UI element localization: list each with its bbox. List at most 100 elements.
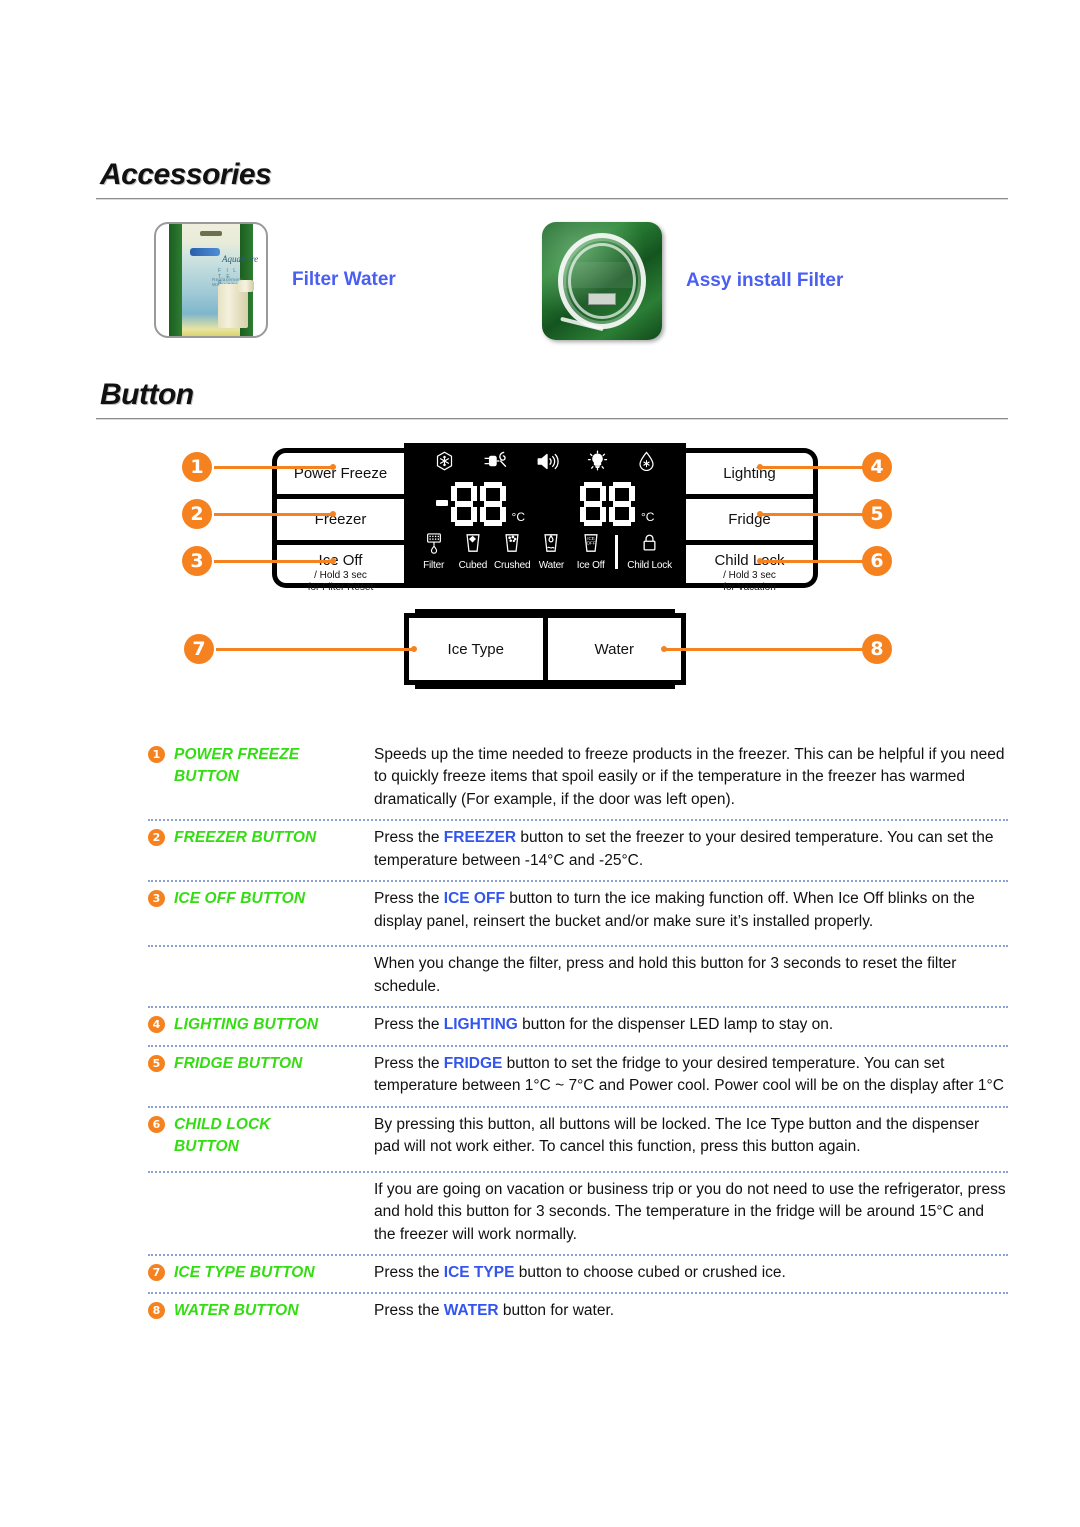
lcd-indicator-child-lock-label: Child Lock [627,560,672,571]
row-number-cell: 3 [148,888,174,908]
callout-3: 3 [182,546,212,576]
lcd-indicator-crushed: Crushed [493,532,532,571]
lcd-status-icon-row [404,443,686,477]
table-row: 5 FRIDGE BUTTON Press the FRIDGE button … [148,1047,1008,1108]
row-description-pre: Press the [374,829,444,847]
row-description: Speeds up the time needed to freeze prod… [374,746,1005,808]
panel-button-power-freeze[interactable]: Power Freeze [277,453,404,499]
filter-install-tubing-photo [542,222,662,340]
table-row: 2 FREEZER BUTTON Press the FREEZER butto… [148,821,1008,883]
leader-dot-8 [661,646,667,652]
lcd-indicator-child-lock: Child Lock [623,532,676,571]
leader-line-3 [214,560,332,563]
water-glass-icon [541,532,561,559]
row-description: Press the FREEZER button to set the free… [374,827,1008,872]
panel-button-fridge[interactable]: Fridge [686,499,813,545]
power-cool-droplet-icon [636,450,657,477]
panel-button-ice-off-sub2: for Filter Reset [307,581,374,593]
row-number-cell: 7 [148,1262,174,1281]
panel-button-ice-type-label: Ice Type [447,640,504,658]
callout-7: 7 [184,634,214,664]
table-row: 4 LIGHTING BUTTON Press the LIGHTING but… [148,1008,1008,1047]
row-number-cell: 1 [148,744,174,763]
row-number-cell: 5 [148,1053,174,1072]
row-description-pre: Press the [374,1263,444,1281]
row-description-highlight: ICE TYPE [443,1263,515,1281]
lcd-freezer-unit: °C [511,510,525,524]
lcd-fridge-unit: °C [641,510,655,524]
lcd-indicator-water: Water [532,532,571,571]
ice-off-glass-icon: ICE OFF [581,532,601,559]
leader-dot-2 [330,511,336,517]
row-description-pre: Press the [374,1054,444,1072]
row-number-cell: 4 [148,1014,174,1034]
heading-divider [96,198,1008,200]
callout-6: 6 [862,546,892,576]
panel-button-child-lock[interactable]: Child Lock / Hold 3 sec for Vacation [686,545,813,601]
accessory-label-assy-install-filter: Assy install Filter [686,270,844,291]
row-button-name: ICE OFF BUTTON [174,888,374,910]
table-row: 1 POWER FREEZE BUTTON Speeds up the time… [148,738,1008,822]
row-description-highlight: LIGHTING [443,1016,518,1034]
row-button-name-line1: CHILD LOCK [174,1115,271,1133]
speaker-sound-icon [535,451,559,477]
status-badge: 8 [148,1302,165,1320]
row-number-cell: 2 [148,827,174,847]
row-description: Press the LIGHTING button for the dispen… [374,1014,1008,1036]
panel-left-button-column: Power Freeze Freezer Ice Off / Hold 3 se… [272,448,404,593]
lcd-fridge-digit-1 [580,482,606,526]
callout-2: 2 [182,499,212,529]
row-button-name-line1: POWER FREEZE [174,746,300,763]
panel-button-lighting[interactable]: Lighting [686,453,813,499]
status-badge [148,955,165,972]
lcd-indicator-cubed: Cubed [453,532,492,571]
lcd-fridge-digit-2 [609,482,635,526]
panel-button-child-lock-sub1: / Hold 3 sec [723,569,776,581]
accessories-list: AquaPure F I L T E R Replacement Water F… [96,222,1008,340]
row-description: Press the ICE TYPE button to choose cube… [374,1262,1008,1284]
table-row: If you are going on vacation or business… [148,1170,1008,1256]
row-description-highlight: FREEZER [443,829,517,847]
leader-line-2 [214,513,332,516]
accessory-item-assy-install-filter: Assy install Filter [542,222,843,340]
leader-line-4 [760,466,864,469]
row-description: Press the WATER button for water. [374,1300,1008,1322]
leader-line-6 [760,560,864,563]
button-description-table: 1 POWER FREEZE BUTTON Speeds up the time… [148,738,1008,1331]
lcd-indicator-filter: Filter [414,532,453,571]
lcd-indicator-water-label: Water [538,560,565,571]
callout-5: 5 [862,499,892,529]
row-description: Press the FRIDGE button to set the fridg… [374,1053,1008,1098]
panel-button-freezer[interactable]: Freezer [277,499,404,545]
cubed-ice-glass-icon [463,532,483,559]
row-number-cell [148,953,174,972]
status-badge: 2 [148,829,165,847]
panel-button-ice-off[interactable]: Ice Off / Hold 3 sec for Filter Reset [277,545,404,601]
accessories-section: Accessories AquaPure F I L T E R Replace… [96,158,1008,340]
filter-shower-icon [424,532,444,559]
status-badge: 4 [148,1016,165,1034]
row-number-cell: 8 [148,1300,174,1320]
leader-dot-5 [757,511,763,517]
panel-button-ice-off-sub1: / Hold 3 sec [314,569,367,581]
row-description: When you change the filter, press and ho… [374,955,957,995]
leader-line-8 [664,648,864,651]
leader-dot-3 [330,558,336,564]
row-description-pre: Press the [374,1016,444,1034]
leader-line-5 [760,513,864,516]
panel-button-ice-type[interactable]: Ice Type [409,618,548,680]
energy-saving-plug-icon [482,450,508,477]
row-button-name: POWER FREEZE BUTTON [174,744,374,788]
status-badge: 3 [148,890,165,908]
callout-4: 4 [862,452,892,482]
panel-button-water-label: Water [594,640,634,658]
lcd-divider [615,535,619,569]
lcd-indicator-ice-off-label: Ice Off [576,560,605,571]
row-button-name-line1: ICE OFF BUTTON [174,890,306,908]
table-row: 7 ICE TYPE BUTTON Press the ICE TYPE but… [148,1256,1008,1295]
lcd-freezer-temperature: °C [435,482,525,526]
lcd-freezer-minus-sign [435,500,448,506]
row-button-name-line2: BUTTON [174,768,239,785]
row-button-name-line2: BUTTON [174,1137,239,1155]
leader-dot-6 [757,558,763,564]
